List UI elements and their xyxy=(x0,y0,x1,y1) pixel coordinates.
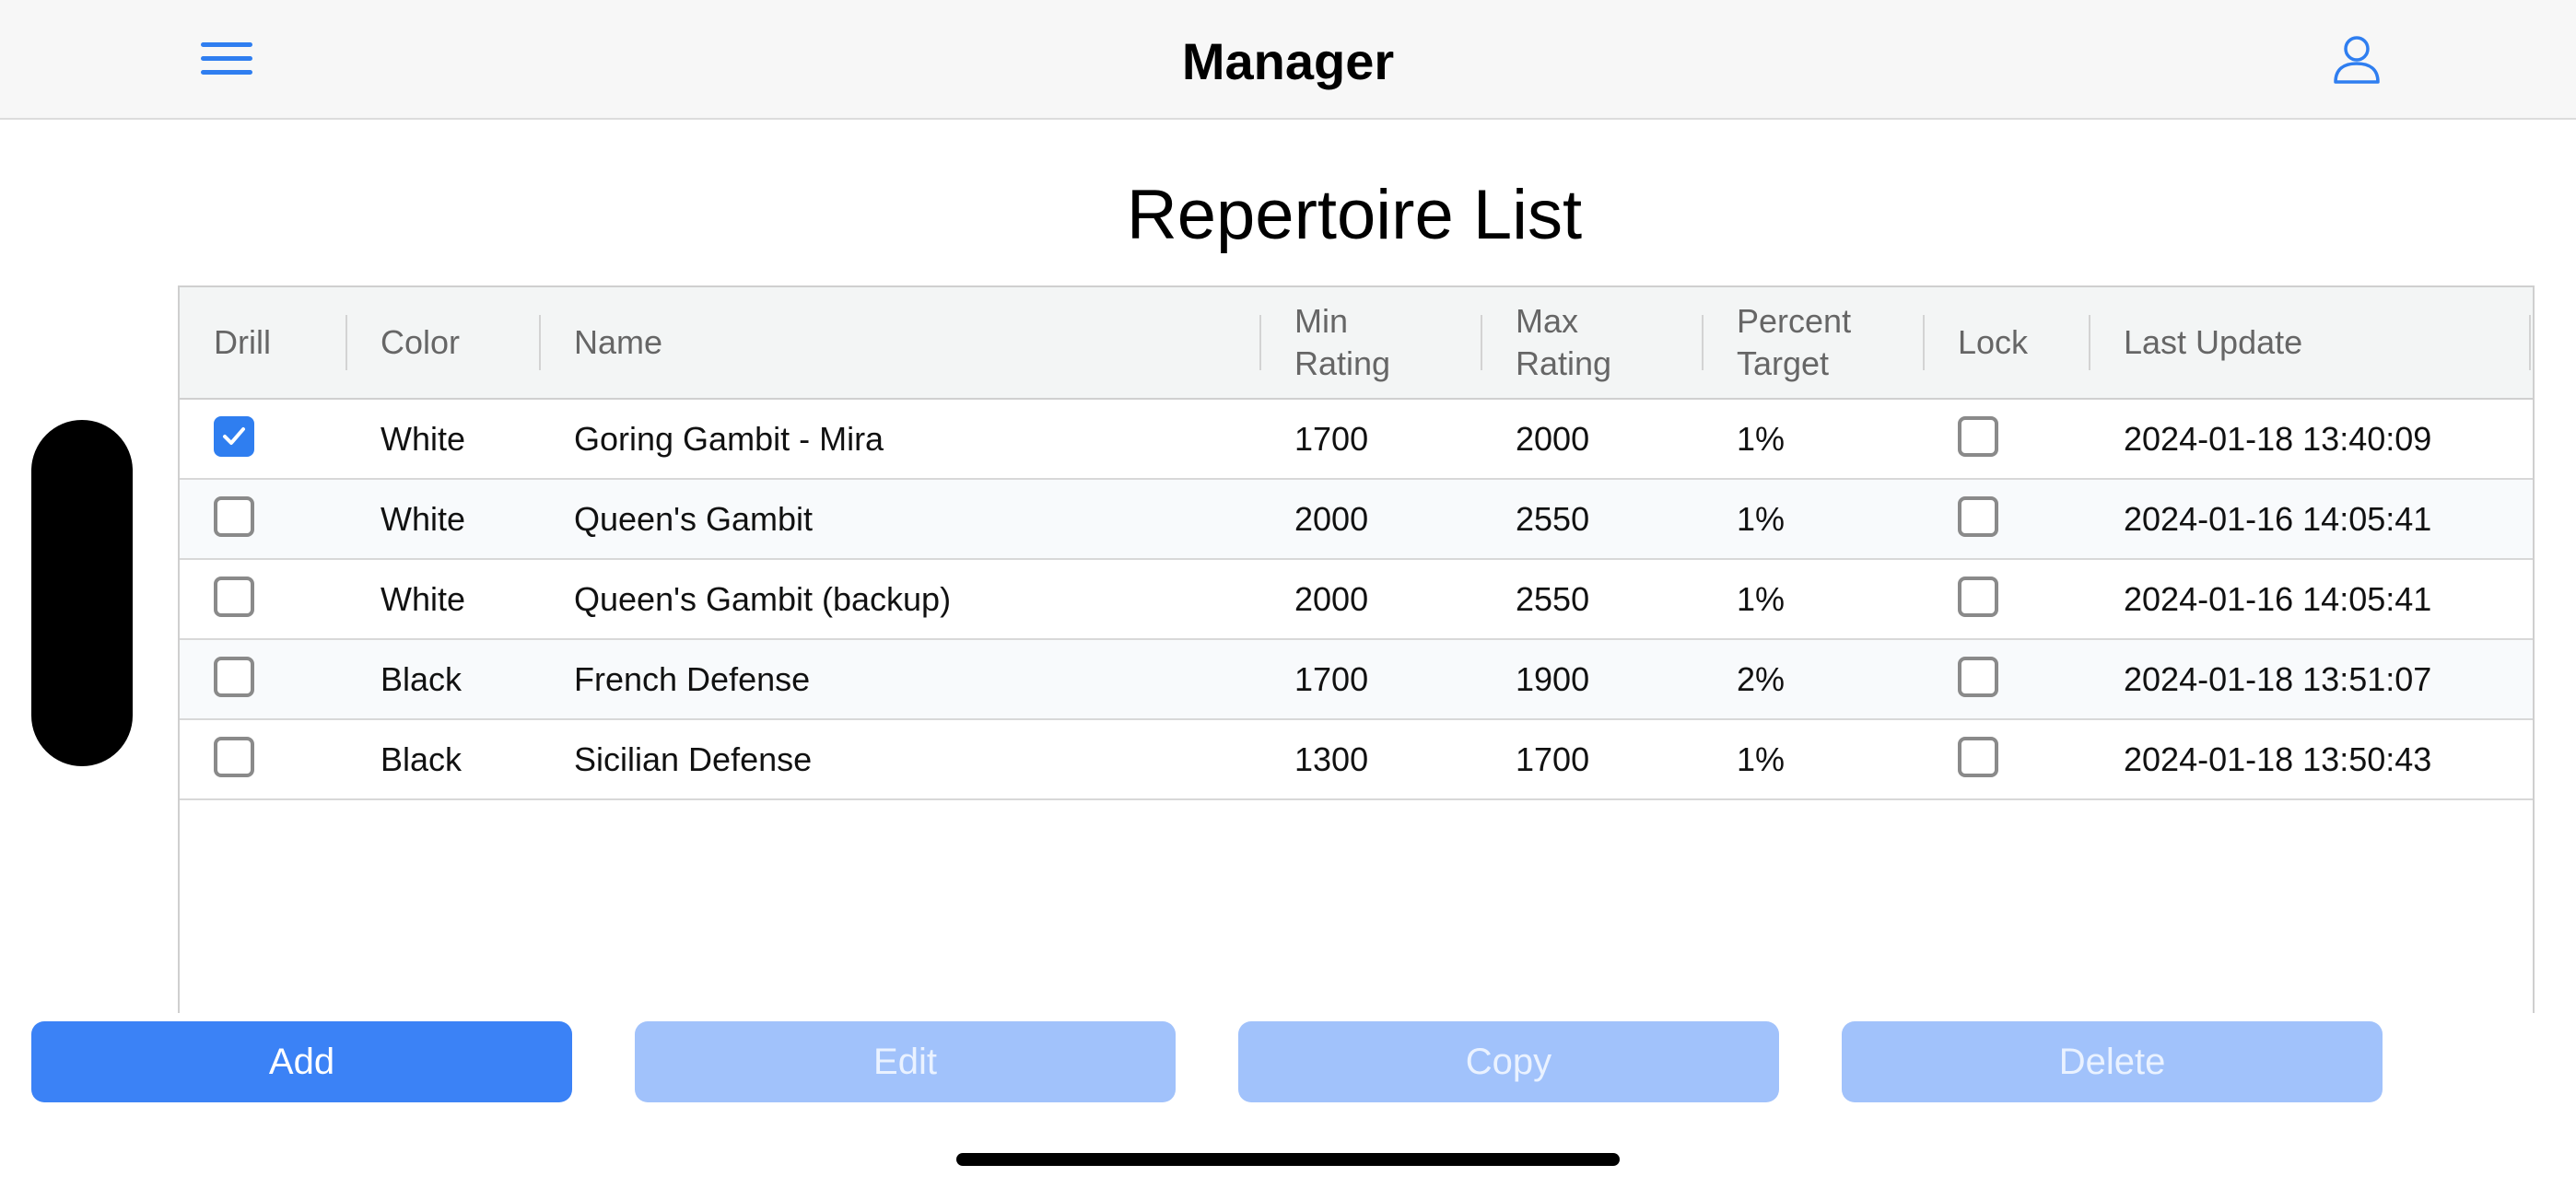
table-header: Drill Color Name Min Rating Max Rating Per… xyxy=(180,287,2533,400)
drill-checkbox[interactable] xyxy=(214,657,254,697)
max-rating-cell: 2550 xyxy=(1516,579,1590,618)
last-update-cell: 2024-01-16 14:05:41 xyxy=(2124,499,2432,538)
add-button[interactable]: Add xyxy=(31,1021,572,1102)
percent-target-cell: 2% xyxy=(1737,659,1786,698)
drill-checkbox[interactable] xyxy=(214,737,254,777)
column-separator xyxy=(1702,315,1704,370)
min-rating-cell: 2000 xyxy=(1294,579,1369,618)
header-color[interactable]: Color xyxy=(381,287,460,398)
color-cell: White xyxy=(381,419,466,458)
delete-button[interactable]: Delete xyxy=(1842,1021,2383,1102)
color-cell: Black xyxy=(381,740,463,778)
last-update-cell: 2024-01-18 13:50:43 xyxy=(2124,740,2432,778)
table-row[interactable]: Black French Defense 1700 1900 2% 2024-01-18 … xyxy=(180,640,2533,720)
manager-screen: Manager Repertoire List Drill Color Name… xyxy=(0,0,2576,1188)
lock-checkbox[interactable] xyxy=(1958,657,1998,697)
header-name[interactable]: Name xyxy=(574,287,662,398)
name-cell: Sicilian Defense xyxy=(574,740,813,778)
side-drag-handle[interactable] xyxy=(31,420,133,766)
column-separator xyxy=(1259,315,1261,370)
name-cell: Goring Gambit - Mira xyxy=(574,419,884,458)
min-rating-cell: 2000 xyxy=(1294,499,1369,538)
last-update-cell: 2024-01-16 14:05:41 xyxy=(2124,579,2432,618)
header-min-rating[interactable]: Min Rating xyxy=(1294,287,1390,398)
copy-button[interactable]: Copy xyxy=(1238,1021,1779,1102)
lock-checkbox[interactable] xyxy=(1958,416,1998,457)
max-rating-cell: 1900 xyxy=(1516,659,1590,698)
user-profile-icon[interactable] xyxy=(2331,33,2383,85)
column-separator xyxy=(2529,315,2531,370)
table-row[interactable]: White Queen's Gambit (backup) 2000 2550 1% 20… xyxy=(180,560,2533,640)
name-cell: Queen's Gambit (backup) xyxy=(574,579,952,618)
repertoire-table: Drill Color Name Min Rating Max Rating Per… xyxy=(178,285,2535,1013)
edit-button[interactable]: Edit xyxy=(635,1021,1176,1102)
header-last-update[interactable]: Last Update xyxy=(2124,287,2302,398)
color-cell: White xyxy=(381,499,466,538)
column-separator xyxy=(1481,315,1482,370)
table-row[interactable]: Black Sicilian Defense 1300 1700 1% 2024-01-1… xyxy=(180,720,2533,800)
header-drill[interactable]: Drill xyxy=(214,287,271,398)
column-separator xyxy=(539,315,541,370)
color-cell: White xyxy=(381,579,466,618)
table-row[interactable]: White Goring Gambit - Mira 1700 2000 1% 2024-… xyxy=(180,400,2533,480)
last-update-cell: 2024-01-18 13:51:07 xyxy=(2124,659,2432,698)
column-separator xyxy=(1923,315,1925,370)
lock-checkbox[interactable] xyxy=(1958,737,1998,777)
column-separator xyxy=(345,315,347,370)
lock-checkbox[interactable] xyxy=(1958,577,1998,617)
header-max-rating[interactable]: Max Rating xyxy=(1516,287,1611,398)
top-navigation-bar: Manager xyxy=(0,0,2576,120)
home-indicator[interactable] xyxy=(956,1153,1620,1166)
max-rating-cell: 2550 xyxy=(1516,499,1590,538)
color-cell: Black xyxy=(381,659,463,698)
drill-checkbox[interactable] xyxy=(214,577,254,617)
percent-target-cell: 1% xyxy=(1737,740,1786,778)
header-percent-target[interactable]: Percent Target xyxy=(1737,287,1851,398)
percent-target-cell: 1% xyxy=(1737,579,1786,618)
table-row[interactable]: White Queen's Gambit 2000 2550 1% 2024-01-16 … xyxy=(180,480,2533,560)
min-rating-cell: 1700 xyxy=(1294,659,1369,698)
last-update-cell: 2024-01-18 13:40:09 xyxy=(2124,419,2432,458)
page-title: Repertoire List xyxy=(1126,176,1583,254)
navbar-title: Manager xyxy=(1181,32,1395,90)
drill-checkbox[interactable] xyxy=(214,496,254,537)
drill-checkbox[interactable] xyxy=(214,416,254,457)
max-rating-cell: 2000 xyxy=(1516,419,1590,458)
name-cell: French Defense xyxy=(574,659,811,698)
percent-target-cell: 1% xyxy=(1737,499,1786,538)
min-rating-cell: 1700 xyxy=(1294,419,1369,458)
percent-target-cell: 1% xyxy=(1737,419,1786,458)
name-cell: Queen's Gambit xyxy=(574,499,813,538)
column-separator xyxy=(2089,315,2090,370)
max-rating-cell: 1700 xyxy=(1516,740,1590,778)
lock-checkbox[interactable] xyxy=(1958,496,1998,537)
header-lock[interactable]: Lock xyxy=(1958,287,2028,398)
min-rating-cell: 1300 xyxy=(1294,740,1369,778)
